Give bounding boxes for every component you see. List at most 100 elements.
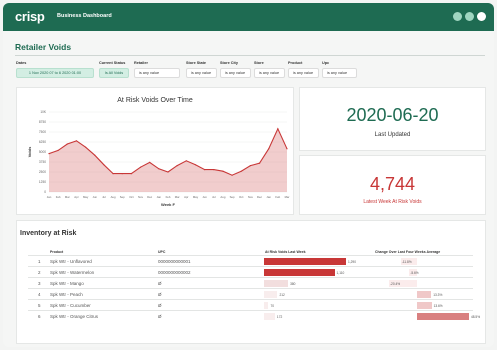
x-tick-label: Nov — [138, 195, 144, 199]
data-point — [249, 165, 251, 167]
row-number: 3 — [38, 281, 41, 286]
product-name: Spk Wtr - Unflavored — [50, 259, 92, 264]
filter-dropdown[interactable]: is any value — [288, 68, 319, 78]
x-tick-label: Dec — [257, 195, 263, 199]
data-point — [222, 170, 224, 172]
filter-label: Store State — [186, 61, 207, 65]
column-header-product[interactable]: Product — [50, 250, 63, 254]
risk-bar — [264, 280, 289, 287]
x-tick-label: Feb — [275, 195, 280, 199]
y-tick-label: 1250 — [39, 180, 46, 184]
data-point — [57, 149, 59, 151]
x-tick-label: Mar — [285, 195, 290, 199]
x-tick-label: Jan — [157, 195, 162, 199]
data-point — [185, 160, 187, 162]
page-title: Retailer Voids — [15, 42, 72, 52]
data-point — [94, 154, 96, 156]
circle-icon[interactable] — [465, 12, 474, 21]
filter-dropdown[interactable]: is any value — [220, 68, 251, 78]
filter-2: Retailer is any value — [134, 61, 180, 78]
risk-value: 1,290 — [348, 259, 356, 264]
table-row[interactable]: 3 Spk Wtr - Mango Ø 380 -20.4% — [28, 277, 473, 288]
filter-label: Store City — [220, 61, 238, 65]
change-bar — [417, 291, 432, 298]
x-tick-label: Mar — [65, 195, 70, 199]
change-value: -20.4% — [390, 281, 401, 286]
x-tick-label: Aug — [220, 195, 225, 199]
risk-value: 172 — [276, 314, 283, 319]
filter-dropdown[interactable]: is any value — [134, 68, 180, 78]
table-row[interactable]: 6 Spk Wtr - Orange Citrus Ø 172 48.5% — [28, 310, 480, 321]
x-tick-label: Jun — [202, 195, 207, 199]
y-tick-label: 2500 — [39, 170, 46, 174]
filter-dropdown[interactable]: Is All Voids — [99, 68, 129, 78]
dashboard-window: crisp Business Dashboard Retailer Voids … — [3, 3, 494, 347]
x-tick-label: May — [193, 195, 199, 199]
filter-3: Store State is any value — [186, 61, 217, 78]
y-tick-label: 5000 — [39, 150, 46, 154]
crisp-logo[interactable]: crisp — [15, 9, 45, 24]
filter-dropdown[interactable]: is any value — [254, 68, 285, 78]
change-value: 13.3% — [433, 292, 443, 297]
filter-label: Product — [288, 61, 303, 65]
y-axis-title: Voids — [27, 146, 32, 157]
upc-value: Ø — [158, 303, 162, 308]
data-point — [149, 161, 151, 163]
circle-icon[interactable] — [477, 12, 486, 21]
product-name: Spk Wtr - Watermelon — [50, 270, 95, 275]
risk-value: 70 — [270, 303, 274, 308]
data-point — [66, 143, 68, 145]
chart-card: At Risk Voids Over Time 0 1250 2500 3750 500… — [16, 87, 294, 215]
table-row[interactable]: 2 Spk Wtr - Watermelon 0000000000002 1,110 -… — [28, 266, 473, 277]
filter-dropdown[interactable]: is any value — [186, 68, 217, 78]
filter-label: Current Status — [99, 61, 126, 65]
column-header-risk[interactable]: At Risk Voids Last Week — [265, 250, 306, 254]
x-tick-label: Jul — [102, 195, 106, 199]
change-bar — [417, 302, 432, 309]
table-row[interactable]: 4 Spk Wtr - Peach Ø 212 13.3% — [28, 288, 473, 299]
area-fill — [49, 128, 287, 192]
row-number: 4 — [38, 292, 41, 297]
area-chart[interactable]: 0 1250 2500 3750 5000 6250 7500 8750 10K Jan Feb Ma… — [17, 88, 295, 216]
y-tick-label: 8750 — [39, 120, 46, 124]
last-updated-label: Last Updated — [374, 132, 411, 138]
x-tick-label: Nov — [248, 195, 254, 199]
x-tick-label: Dec — [147, 195, 153, 199]
data-point — [258, 162, 261, 164]
data-point — [48, 153, 50, 155]
voids-card: 4,744 Latest Week At Risk Voids — [299, 155, 486, 215]
filter-label: Store — [254, 61, 264, 65]
x-tick-label: Feb — [56, 195, 61, 199]
risk-bar — [264, 313, 275, 320]
filter-dropdown[interactable]: 1 Nov 2020 07 to 6 2020 01:00 — [16, 68, 94, 78]
x-tick-label: May — [83, 195, 89, 199]
data-point — [75, 140, 78, 142]
voids-label: Latest Week At Risk Voids — [363, 199, 422, 205]
x-tick-label: Oct — [239, 195, 244, 199]
data-point — [213, 169, 215, 171]
data-point — [158, 168, 160, 170]
change-value: -11.8% — [401, 259, 412, 264]
column-header-change[interactable]: Change Over Last Four Weeks Average — [375, 250, 440, 254]
x-tick-label: Jan — [266, 195, 271, 199]
table-row[interactable]: 5 Spk Wtr - Cucumber Ø 70 13.6% — [28, 299, 473, 310]
change-bar — [417, 313, 469, 320]
y-tick-label: 7500 — [39, 130, 46, 134]
risk-bar — [264, 258, 346, 265]
row-number: 5 — [38, 303, 41, 308]
change-value: 13.6% — [433, 303, 443, 308]
row-number: 6 — [38, 314, 41, 319]
risk-value: 212 — [279, 292, 285, 297]
table-row[interactable]: 1 Spk Wtr - Unflavored 0000000000001 1,290 -… — [28, 255, 473, 266]
x-tick-label: Jan — [47, 195, 52, 199]
x-tick-label: Mar — [175, 195, 180, 199]
column-header-upc[interactable]: UPC — [158, 250, 165, 254]
product-name: Spk Wtr - Cucumber — [50, 303, 91, 308]
voids-value: 4,744 — [369, 174, 416, 194]
x-tick-label: Jun — [93, 195, 98, 199]
circle-icon[interactable] — [453, 12, 462, 21]
data-point — [121, 173, 123, 175]
filter-dropdown[interactable]: is any value — [322, 68, 357, 78]
data-point — [85, 146, 87, 148]
product-name: Spk Wtr - Peach — [50, 292, 83, 297]
